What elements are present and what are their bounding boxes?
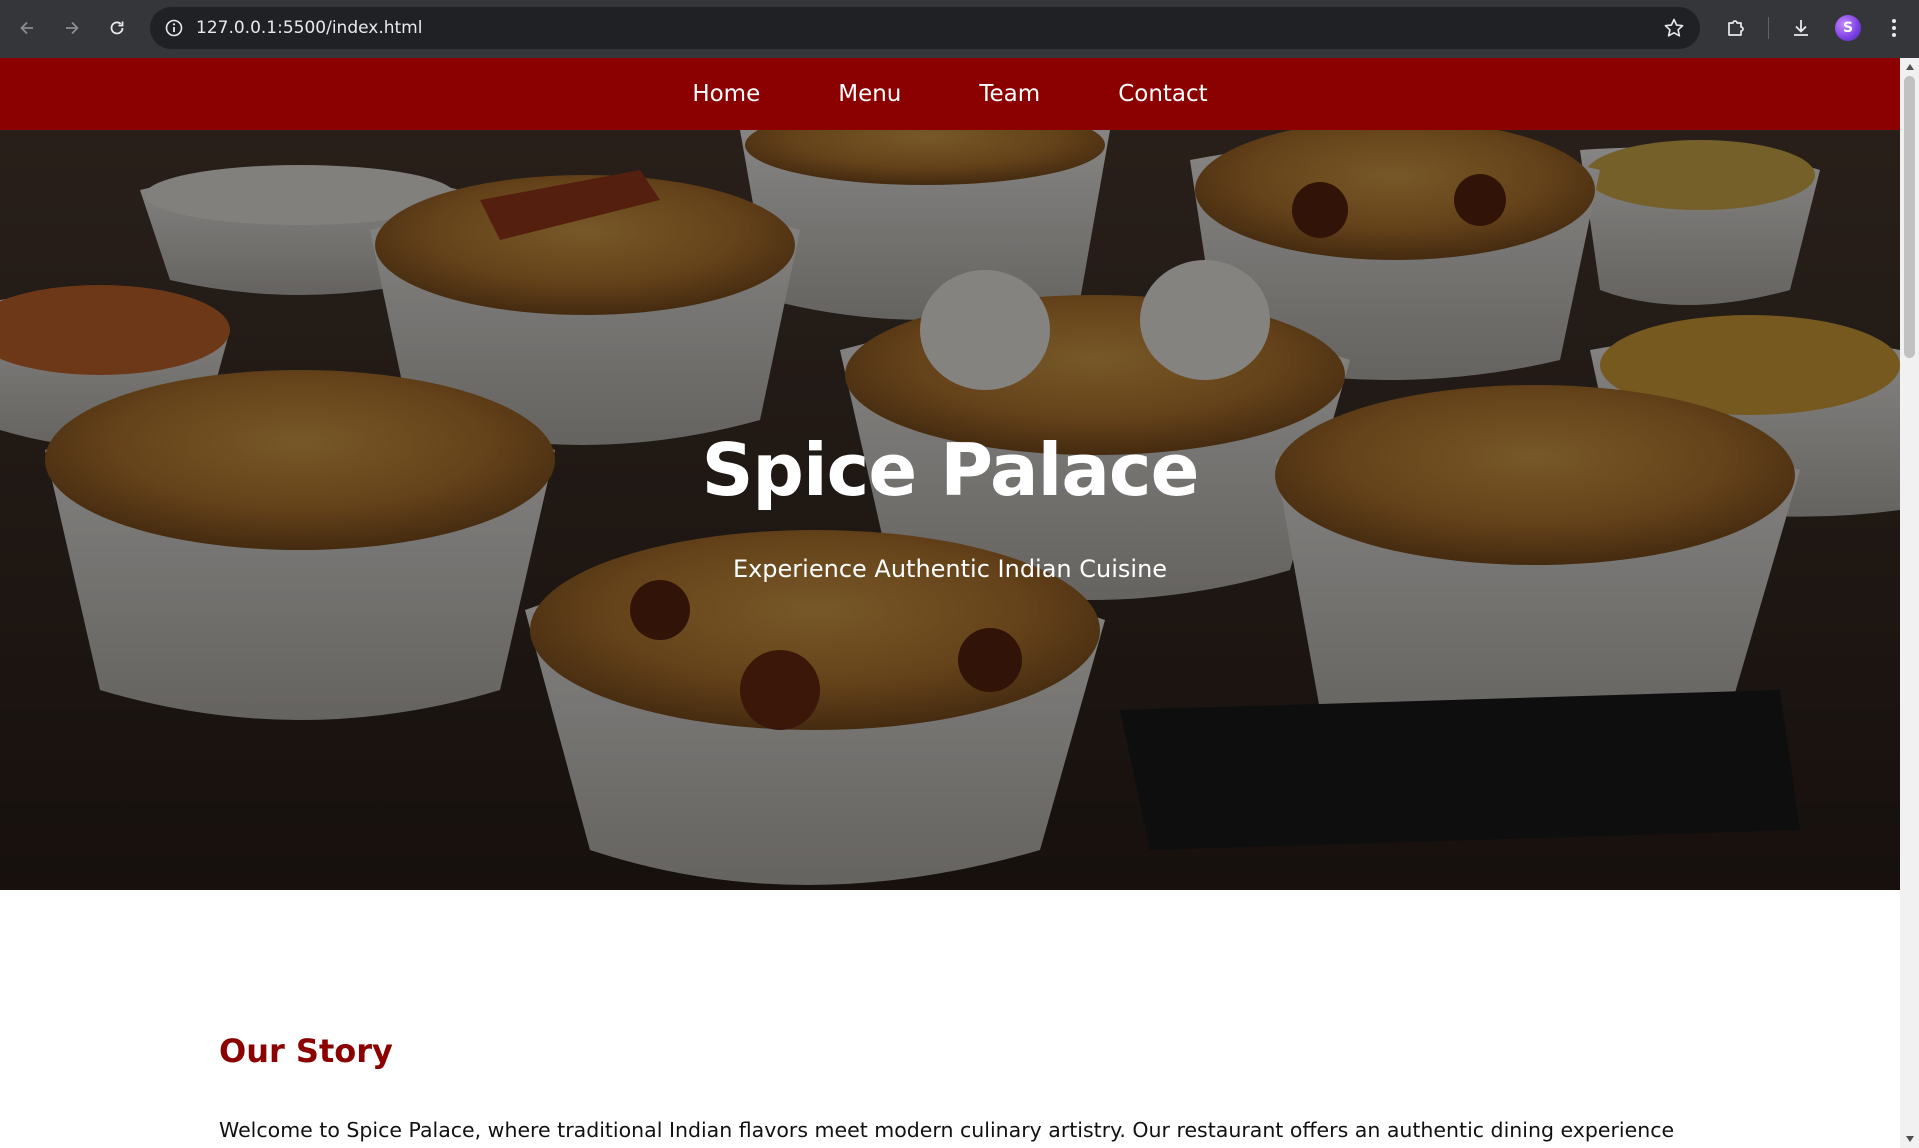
site-navbar: Home Menu Team Contact [0, 58, 1900, 130]
url-text[interactable]: 127.0.0.1:5500/index.html [196, 7, 422, 49]
page-viewport: Home Menu Team Contact Spice Palace Expe… [0, 58, 1900, 1148]
forward-button[interactable] [56, 12, 88, 44]
download-icon [1794, 20, 1808, 36]
kebab-menu-icon [1892, 19, 1896, 37]
info-icon[interactable] [162, 16, 186, 40]
arrow-left-icon [20, 21, 33, 35]
scroll-down-arrow[interactable] [1900, 1132, 1919, 1146]
page-scrollbar[interactable] [1900, 58, 1919, 1148]
hero-title: Spice Palace [701, 428, 1200, 512]
section-heading: Our Story [219, 1032, 393, 1070]
reload-icon [110, 21, 124, 35]
scroll-up-arrow[interactable] [1900, 60, 1919, 74]
star-icon[interactable] [1662, 16, 1686, 40]
nav-link-menu[interactable]: Menu [838, 81, 901, 107]
back-button[interactable] [11, 12, 43, 44]
nav-link-contact[interactable]: Contact [1118, 81, 1207, 107]
nav-link-team[interactable]: Team [979, 81, 1040, 107]
browser-toolbar: 127.0.0.1:5500/index.html S [0, 0, 1919, 58]
downloads-button[interactable] [1786, 13, 1816, 43]
nav-link-home[interactable]: Home [692, 81, 760, 107]
avatar[interactable]: S [1835, 15, 1861, 41]
reload-button[interactable] [101, 12, 133, 44]
extensions-button[interactable] [1721, 13, 1751, 43]
arrow-right-icon [66, 21, 79, 35]
story-paragraph: Welcome to Spice Palace, where tradition… [219, 1118, 1675, 1142]
menu-button[interactable] [1879, 13, 1909, 43]
puzzle-icon [1728, 20, 1744, 36]
scrollbar-thumb[interactable] [1904, 76, 1915, 358]
address-bar[interactable]: 127.0.0.1:5500/index.html [150, 7, 1700, 49]
hero-section: Spice Palace Experience Authentic Indian… [0, 130, 1900, 890]
toolbar-divider [1768, 17, 1769, 39]
hero-subtitle: Experience Authentic Indian Cuisine [732, 555, 1168, 583]
